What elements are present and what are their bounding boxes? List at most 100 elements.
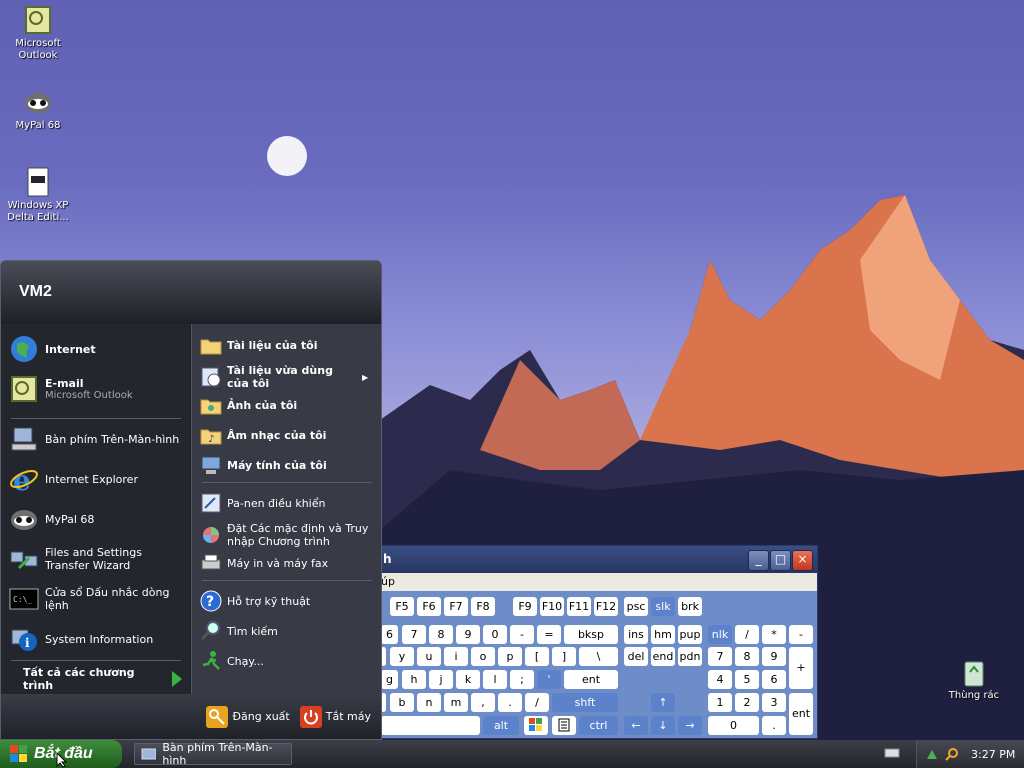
start-item-email[interactable]: E-mail Microsoft Outlook <box>9 374 133 404</box>
start-item-my-music[interactable]: ♪ Âm nhạc của tôi <box>200 424 376 446</box>
start-item-on-screen-keyboard[interactable]: Bàn phím Trên-Màn-hình <box>9 424 179 454</box>
key-f8[interactable]: F8 <box>471 597 495 616</box>
key-left-arrow[interactable]: ← <box>624 716 648 735</box>
key-n[interactable]: n <box>417 693 441 712</box>
key-windows[interactable] <box>524 716 548 735</box>
key-end[interactable]: end <box>651 647 675 666</box>
start-item-command-prompt[interactable]: C:\_ Cửa sổ Dấu nhắc dòng lệnh <box>9 584 190 614</box>
key-brk[interactable]: brk <box>678 597 702 616</box>
close-button[interactable]: × <box>792 550 813 571</box>
key-f12[interactable]: F12 <box>594 597 618 616</box>
key-backspace[interactable]: bksp <box>564 625 618 644</box>
key-o[interactable]: o <box>471 647 495 666</box>
key-numpad-3[interactable]: 3 <box>762 693 786 712</box>
shut-down-button[interactable]: Tắt máy <box>299 705 371 728</box>
key-numpad-7[interactable]: 7 <box>708 647 732 666</box>
key-f10[interactable]: F10 <box>540 597 564 616</box>
menu-help[interactable]: úp <box>381 575 395 588</box>
key-h[interactable]: h <box>402 670 426 689</box>
start-menu[interactable]: VM2 Internet E-mail Microsoft Outlook Bàn… <box>0 260 382 740</box>
network-icon[interactable] <box>925 747 939 761</box>
key-semicolon[interactable]: ; <box>510 670 534 689</box>
on-screen-keyboard-window[interactable]: h _ □ × úp F5 F6 F7 F8 F9 F10 F11 F12 ps… <box>380 545 818 739</box>
keyboard-tray-icon[interactable] <box>884 746 900 763</box>
key-f6[interactable]: F6 <box>417 597 441 616</box>
key-equals[interactable]: = <box>537 625 561 644</box>
key-slash[interactable]: / <box>525 693 549 712</box>
taskbar-button-on-screen-keyboard[interactable]: Bàn phím Trên-Màn-hình <box>134 741 292 767</box>
start-item-my-documents[interactable]: Tài liệu của tôi <box>200 334 376 356</box>
all-programs-button[interactable]: Tất cả các chương trình <box>23 666 183 692</box>
key-l[interactable]: l <box>483 670 507 689</box>
key-psc[interactable]: psc <box>624 597 648 616</box>
key-right-arrow[interactable]: → <box>678 716 702 735</box>
key-numpad-4[interactable]: 4 <box>708 670 732 689</box>
key-slk[interactable]: slk <box>651 597 675 616</box>
key-right-bracket[interactable]: ] <box>552 647 576 666</box>
key-f9[interactable]: F9 <box>513 597 537 616</box>
key-numpad-1[interactable]: 1 <box>708 693 732 712</box>
key-numpad-decimal[interactable]: . <box>762 716 786 735</box>
log-off-button[interactable]: Đăng xuất <box>206 705 290 728</box>
key-minus[interactable]: - <box>510 625 534 644</box>
desktop-icon-recycle-bin[interactable]: Thùng rác <box>936 656 1012 702</box>
key-menu[interactable] <box>552 716 576 735</box>
key-8[interactable]: 8 <box>429 625 453 644</box>
key-f11[interactable]: F11 <box>567 597 591 616</box>
start-item-files-settings-transfer[interactable]: Files and Settings Transfer Wizard <box>9 544 185 574</box>
key-backslash[interactable]: \ <box>579 647 618 666</box>
key-numpad-enter[interactable]: ent <box>789 693 813 735</box>
start-item-internet-explorer[interactable]: e Internet Explorer <box>9 464 138 497</box>
key-f7[interactable]: F7 <box>444 597 468 616</box>
key-numpad-5[interactable]: 5 <box>735 670 759 689</box>
key-up-arrow[interactable]: ↑ <box>651 693 675 712</box>
clock[interactable]: 3:27 PM <box>971 748 1015 761</box>
key-u[interactable]: u <box>417 647 441 666</box>
key-y[interactable]: y <box>390 647 414 666</box>
key-numpad-8[interactable]: 8 <box>735 647 759 666</box>
key-7[interactable]: 7 <box>402 625 426 644</box>
key-period[interactable]: . <box>498 693 522 712</box>
start-item-program-defaults[interactable]: Đặt Các mặc định và Truy nhập Chương trì… <box>200 522 376 548</box>
key-down-arrow[interactable]: ↓ <box>651 716 675 735</box>
key-shift[interactable]: shft <box>552 693 618 712</box>
window-menu-bar[interactable]: úp <box>381 573 817 591</box>
key-9[interactable]: 9 <box>456 625 480 644</box>
start-item-internet[interactable]: Internet <box>9 334 96 364</box>
key-page-down[interactable]: pdn <box>678 647 702 666</box>
key-page-up[interactable]: pup <box>678 625 702 644</box>
key-alt[interactable]: alt <box>483 716 519 735</box>
start-item-search[interactable]: Tìm kiếm <box>200 620 376 642</box>
key-k[interactable]: k <box>456 670 480 689</box>
key-insert[interactable]: ins <box>624 625 648 644</box>
key-p[interactable]: p <box>498 647 522 666</box>
key-numpad-9[interactable]: 9 <box>762 647 786 666</box>
minimize-button[interactable]: _ <box>748 550 769 571</box>
key-space[interactable] <box>381 716 480 735</box>
key-num-lock[interactable]: nlk <box>708 625 732 644</box>
key-6[interactable]: 6 <box>381 625 398 644</box>
key-delete[interactable]: del <box>624 647 648 666</box>
key-numpad-2[interactable]: 2 <box>735 693 759 712</box>
key-f5[interactable]: F5 <box>390 597 414 616</box>
start-item-my-computer[interactable]: Máy tính của tôi <box>200 454 376 476</box>
key-ctrl[interactable]: ctrl <box>579 716 618 735</box>
key-numpad-add[interactable]: + <box>789 647 813 689</box>
key-numpad-multiply[interactable]: * <box>762 625 786 644</box>
start-item-control-panel[interactable]: Pa-nen điều khiển <box>200 492 376 514</box>
key-home[interactable]: hm <box>651 625 675 644</box>
start-item-mypal[interactable]: MyPal 68 <box>9 504 94 534</box>
key-numpad-divide[interactable]: / <box>735 625 759 644</box>
desktop-icon-mypal[interactable]: MyPal 68 <box>0 86 76 132</box>
key-left-bracket[interactable]: [ <box>525 647 549 666</box>
maximize-button[interactable]: □ <box>770 550 791 571</box>
key-b[interactable]: b <box>390 693 414 712</box>
start-item-printers-faxes[interactable]: Máy in và máy fax <box>200 552 376 574</box>
start-item-my-pictures[interactable]: Ảnh của tôi <box>200 394 376 416</box>
start-item-run[interactable]: Chạy... <box>200 650 376 672</box>
start-item-help-support[interactable]: ? Hỗ trợ kỹ thuật <box>200 590 376 612</box>
key-j[interactable]: j <box>429 670 453 689</box>
key-0[interactable]: 0 <box>483 625 507 644</box>
key-numpad-subtract[interactable]: - <box>789 625 813 644</box>
search-tray-icon[interactable] <box>945 747 959 761</box>
